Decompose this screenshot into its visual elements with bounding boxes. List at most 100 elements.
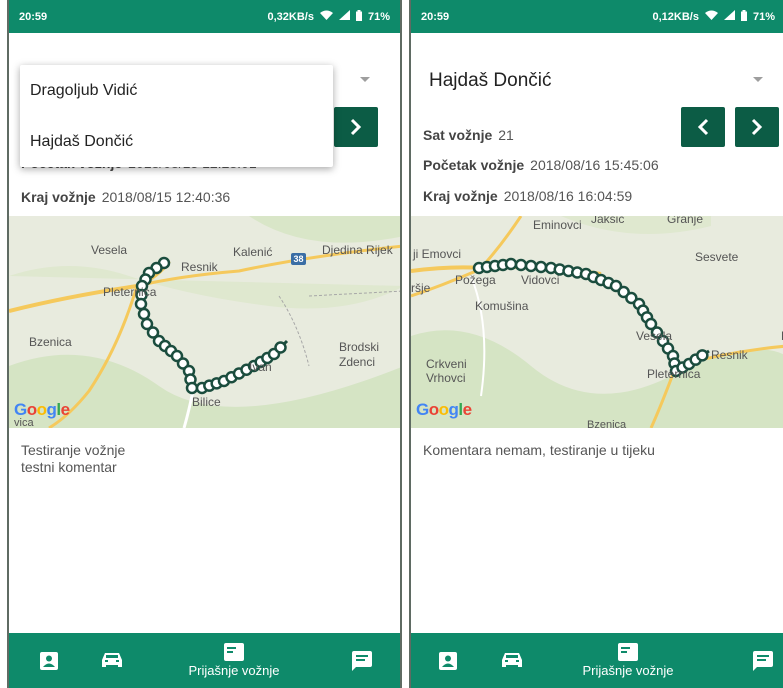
car-icon: [502, 653, 522, 667]
google-logo: Google: [416, 400, 472, 419]
map-label: Crkveni: [426, 357, 467, 371]
nav-vehicle[interactable]: [97, 633, 127, 688]
map-label: Pleternica: [103, 285, 157, 299]
ride-end-label: Kraj vožnje: [21, 189, 96, 205]
ride-end-value: 2018/08/16 16:04:59: [503, 188, 633, 204]
ride-start-row: Početak vožnje 2018/08/16 15:45:06: [423, 157, 659, 173]
ride-card-icon: [618, 643, 638, 661]
route-point: [185, 381, 199, 395]
nav-previous-rides-label: Prijašnje vožnje: [188, 663, 280, 678]
route-point: [274, 341, 287, 354]
map-label: Bilice: [192, 395, 221, 409]
google-logo: Google: [14, 400, 70, 419]
map-label: Djedina Rijek: [322, 243, 394, 257]
phone-screen-left: 20:59 0,32KB/s 71% Početak vožnje2018/08…: [7, 0, 402, 688]
chevron-down-icon: [753, 77, 763, 82]
route-map[interactable]: Eminovci Jakšić Granje ji Emovci Sesvete…: [411, 216, 783, 428]
nav-previous-rides[interactable]: Prijašnje vožnje: [568, 633, 688, 688]
ride-hour-label: Sat vožnje: [423, 127, 493, 143]
nav-previous-rides[interactable]: Prijašnje vožnje: [174, 633, 294, 688]
route-point: [524, 259, 538, 273]
map-label: Bzenica: [587, 419, 627, 428]
ride-card-icon: [224, 643, 244, 661]
battery-icon: [355, 9, 362, 24]
ride-start-value: 2018/08/16 15:45:06: [530, 157, 659, 173]
wifi-icon: [704, 10, 718, 23]
map-label: Vrhovci: [426, 371, 466, 385]
map-label: Granje: [667, 216, 703, 226]
nav-vehicle[interactable]: [497, 633, 527, 688]
driver-spinner-value: Hajdaš Dončić: [429, 70, 552, 91]
next-ride-button[interactable]: [735, 107, 779, 147]
map-label: Vesela: [636, 329, 672, 343]
wifi-icon: [319, 10, 333, 23]
dropdown-option[interactable]: Dragoljub Vidić: [20, 65, 333, 116]
ride-end-value: 2018/08/15 12:40:36: [101, 189, 231, 205]
comment-line: Testiranje vožnje: [21, 442, 126, 458]
battery-level: 71%: [752, 10, 775, 23]
bottom-navigation: Prijašnje vožnje: [411, 633, 783, 688]
ride-end-row: Kraj vožnje 2018/08/16 16:04:59: [423, 188, 632, 204]
map-label: Sesvete: [695, 250, 739, 264]
bottom-navigation: Prijašnje vožnje: [9, 633, 400, 688]
chevron-right-icon: [350, 118, 362, 136]
map-label: ji Emovci: [412, 247, 461, 261]
route-point: [504, 257, 518, 271]
map-label: Eminovci: [533, 218, 582, 232]
driver-dropdown-menu: Dragoljub Vidić Hajdaš Dončić: [20, 65, 333, 167]
map-label: Pleternica: [647, 367, 701, 381]
map-label: Vidovci: [521, 273, 559, 287]
map-label: Brodski: [339, 340, 379, 354]
map-label: Resnik: [181, 260, 219, 274]
ride-hour-row: Sat vožnje 21: [423, 127, 514, 143]
person-card-icon: [40, 651, 58, 670]
map-label: Ivan: [249, 360, 272, 374]
previous-ride-button[interactable]: [681, 107, 725, 147]
map-canvas: Eminovci Jakšić Granje ji Emovci Sesvete…: [411, 216, 783, 428]
map-label: Kalenić: [233, 245, 272, 259]
route-point: [137, 307, 151, 321]
status-right: 0,12KB/s 71%: [652, 9, 775, 24]
status-time: 20:59: [421, 10, 450, 23]
route-point: [696, 349, 709, 362]
status-right: 0,32KB/s 71%: [267, 9, 390, 24]
status-time: 20:59: [19, 10, 48, 23]
ride-end-label: Kraj vožnje: [423, 188, 498, 204]
map-label: ršje: [411, 281, 431, 295]
map-label: Požega: [455, 273, 496, 287]
battery-icon: [740, 9, 747, 24]
chevron-right-icon: [751, 118, 763, 136]
message-icon: [753, 650, 773, 671]
driver-spinner[interactable]: Hajdaš Dončić: [411, 55, 783, 107]
route-point: [514, 258, 528, 272]
next-ride-button[interactable]: [334, 107, 378, 147]
ride-start-label: Početak vožnje: [423, 157, 525, 173]
chevron-down-icon: [360, 77, 370, 82]
map-label: Bzenica: [29, 335, 72, 349]
route-point: [534, 260, 548, 274]
nav-profile[interactable]: [34, 633, 64, 688]
nav-messages[interactable]: [347, 633, 377, 688]
network-speed: 0,32KB/s: [267, 10, 314, 23]
status-bar: 20:59 0,32KB/s 71%: [9, 0, 400, 33]
dropdown-option[interactable]: Hajdaš Dončić: [20, 116, 333, 167]
ride-hour-value: 21: [498, 127, 514, 143]
person-card-icon: [439, 651, 457, 670]
nav-previous-rides-label: Prijašnje vožnje: [582, 663, 674, 678]
nav-profile[interactable]: [433, 633, 463, 688]
ride-end-row: Kraj vožnje 2018/08/15 12:40:36: [21, 189, 230, 205]
road-badge: 38: [293, 254, 303, 264]
nav-messages[interactable]: [748, 633, 778, 688]
chevron-left-icon: [697, 118, 709, 136]
map-label: Resnik: [711, 348, 749, 362]
network-speed: 0,12KB/s: [652, 10, 699, 23]
map-label: Komušina: [475, 299, 529, 313]
car-icon: [102, 653, 122, 667]
battery-level: 71%: [367, 10, 390, 23]
route-map[interactable]: 38 Vesela Resnik Kalenić Djedina Rijek P…: [9, 216, 400, 428]
message-icon: [352, 650, 372, 671]
status-bar: 20:59 0,12KB/s 71%: [411, 0, 783, 33]
signal-icon: [723, 10, 735, 23]
comment-line: testni komentar: [21, 459, 117, 475]
ride-comment: Testiranje vožnje testni komentar: [21, 442, 125, 476]
